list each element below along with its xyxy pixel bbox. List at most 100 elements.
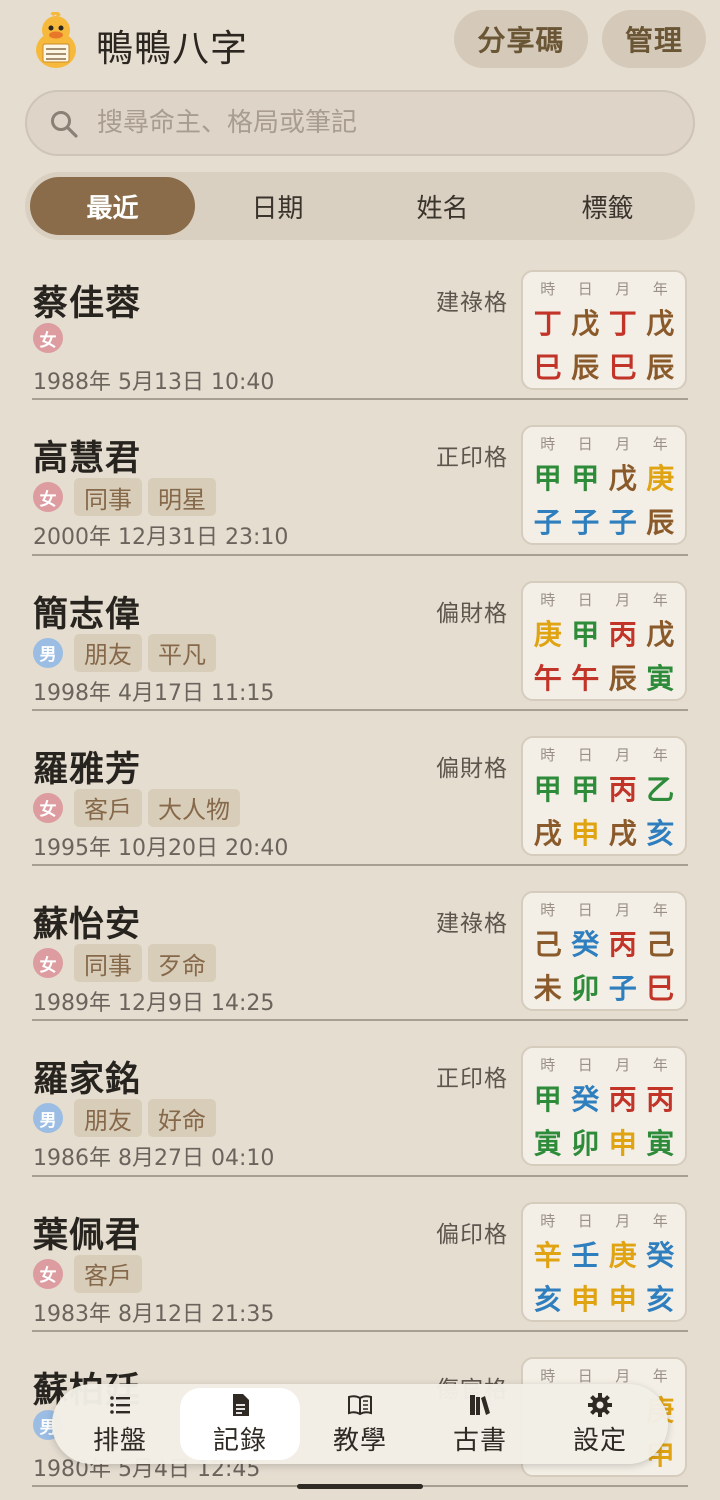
nav-label: 排盤 [92,1425,147,1456]
heavenly-stem: 丁 [533,307,562,340]
manage-button[interactable]: 管理 [602,10,706,68]
heavenly-stem: 甲 [533,1083,562,1117]
pillar-header: 時 [540,1056,556,1075]
record-row[interactable]: 葉佩君女客戶 1983年 8月12日 21:35 偏印格時日月年辛壬庚癸亥申申亥 [0,1177,720,1333]
pillar-header: 月 [615,745,631,764]
earthly-branch: 申 [571,816,600,850]
record-pattern: 建祿格 [436,911,508,938]
nav-item-2[interactable]: 教學 [300,1388,420,1460]
record-list: 蔡佳蓉女 1988年 5月13日 10:40 建祿格時日月年丁戊丁戊巳辰巳辰高慧君女… [0,245,720,1488]
gender-badge: 男 [33,1103,63,1134]
record-birth-date: 1983年 8月12日 21:35 [33,1301,275,1327]
search-input[interactable] [97,92,677,154]
heavenly-stem: 甲 [533,772,562,806]
earthly-branch: 巳 [646,972,675,1006]
record-tag: 明星 [148,478,216,517]
share-code-button[interactable]: 分享碼 [454,10,588,68]
pillar-header: 月 [615,1056,631,1075]
gender-badge: 女 [33,948,63,979]
record-tag: 大人物 [148,788,240,827]
bazi-chart: 時日月年丁戊丁戊巳辰巳辰 [521,270,687,390]
nav-item-1[interactable]: 記錄 [180,1388,300,1460]
heavenly-stem: 辛 [533,1238,562,1272]
app-header: 鴨鴨八字 分享碼 管理 [0,0,720,82]
pillar-header: 年 [652,745,668,764]
earthly-branch: 亥 [646,816,675,850]
pillar-header: 年 [652,280,668,298]
heavenly-stem: 庚 [646,462,675,496]
earthly-branch: 寅 [646,1127,675,1161]
record-name: 羅雅芳 [33,749,142,790]
record-name: 簡志偉 [33,594,142,635]
gender-badge: 女 [33,323,63,353]
pillar-header: 時 [540,745,556,764]
heavenly-stem: 丁 [608,307,637,340]
record-name: 羅家銘 [33,1060,142,1101]
pillar-header: 年 [652,901,668,920]
nav-item-3[interactable]: 古書 [420,1388,540,1460]
bazi-chart: 時日月年甲癸丙丙寅卯申寅 [521,1046,687,1167]
sort-tabs: 最近 日期 姓名 標籤 [25,172,695,240]
record-row[interactable]: 羅雅芳女客戶 大人物 1995年 10月20日 20:40 偏財格時日月年甲甲丙乙戌申… [0,711,720,867]
search-bar[interactable] [25,90,695,156]
heavenly-stem: 己 [533,928,562,962]
record-row[interactable]: 蔡佳蓉女 1988年 5月13日 10:40 建祿格時日月年丁戊丁戊巳辰巳辰 [0,245,720,401]
record-tags: 女客戶 大人物 [33,788,240,827]
heavenly-stem: 丙 [608,928,637,962]
record-tag: 好命 [148,1099,216,1138]
record-pattern: 偏財格 [436,600,508,627]
heavenly-stem: 甲 [571,617,600,651]
pillar-header: 年 [652,1056,668,1075]
home-indicator [297,1484,423,1489]
heavenly-stem: 庚 [533,617,562,651]
record-birth-date: 1995年 10月20日 20:40 [33,835,289,861]
pillar-header: 日 [577,1056,593,1075]
tab-1[interactable]: 日期 [195,177,360,235]
bazi-chart: 時日月年辛壬庚癸亥申申亥 [521,1201,687,1322]
earthly-branch: 卯 [571,1127,600,1161]
record-name: 蘇怡安 [33,905,142,946]
heavenly-stem: 丙 [608,617,637,651]
pillar-header: 年 [652,1367,668,1386]
heavenly-stem: 丙 [646,1083,675,1117]
pillar-header: 日 [577,901,593,920]
record-pattern: 偏印格 [436,1221,508,1248]
pillar-header: 時 [540,280,556,298]
nav-item-0[interactable]: 排盤 [60,1388,180,1460]
heavenly-stem: 甲 [571,462,600,496]
gear-icon [587,1392,613,1418]
earthly-branch: 午 [533,661,562,695]
record-birth-date: 1989年 12月9日 14:25 [33,991,275,1017]
pillar-header: 年 [652,435,668,454]
duck-logo-icon [36,12,76,68]
earthly-branch: 申 [571,1282,600,1316]
heavenly-stem: 庚 [608,1238,637,1272]
pillar-header: 月 [615,590,631,609]
record-tags: 女客戶 [33,1254,142,1293]
heavenly-stem: 戊 [646,617,675,651]
tab-0[interactable]: 最近 [30,177,195,235]
tab-2[interactable]: 姓名 [360,177,525,235]
earthly-branch: 巳 [533,351,562,384]
bazi-chart: 時日月年庚甲丙戊午午辰寅 [521,580,687,701]
record-tags: 女同事 明星 [33,478,216,517]
record-pattern: 建祿格 [436,290,508,316]
record-birth-date: 1988年 5月13日 10:40 [33,370,275,395]
record-row[interactable]: 蘇怡安女同事 歹命 1989年 12月9日 14:25 建祿格時日月年己癸丙己未卯子巳 [0,866,720,1022]
record-tags: 女同事 歹命 [33,944,216,983]
tab-3[interactable]: 標籤 [525,177,690,235]
earthly-branch: 子 [571,506,600,540]
pillar-header: 月 [615,280,631,298]
list-icon [107,1392,133,1418]
record-row[interactable]: 簡志偉男朋友 平凡 1998年 4月17日 11:15 偏財格時日月年庚甲丙戊午午辰寅 [0,556,720,711]
pillar-header: 日 [577,435,593,454]
record-tag: 朋友 [74,1099,142,1138]
record-row[interactable]: 高慧君女同事 明星 2000年 12月31日 23:10 正印格時日月年甲甲戊庚子子子… [0,400,720,556]
pillar-header: 時 [540,1211,556,1230]
pillar-header: 年 [652,590,668,609]
nav-item-4[interactable]: 設定 [540,1388,660,1460]
record-birth-date: 1986年 8月27日 04:10 [33,1146,275,1172]
earthly-branch: 辰 [646,351,675,384]
record-row[interactable]: 羅家銘男朋友 好命 1986年 8月27日 04:10 正印格時日月年甲癸丙丙寅卯申寅 [0,1021,720,1177]
record-tag: 平凡 [148,633,216,672]
